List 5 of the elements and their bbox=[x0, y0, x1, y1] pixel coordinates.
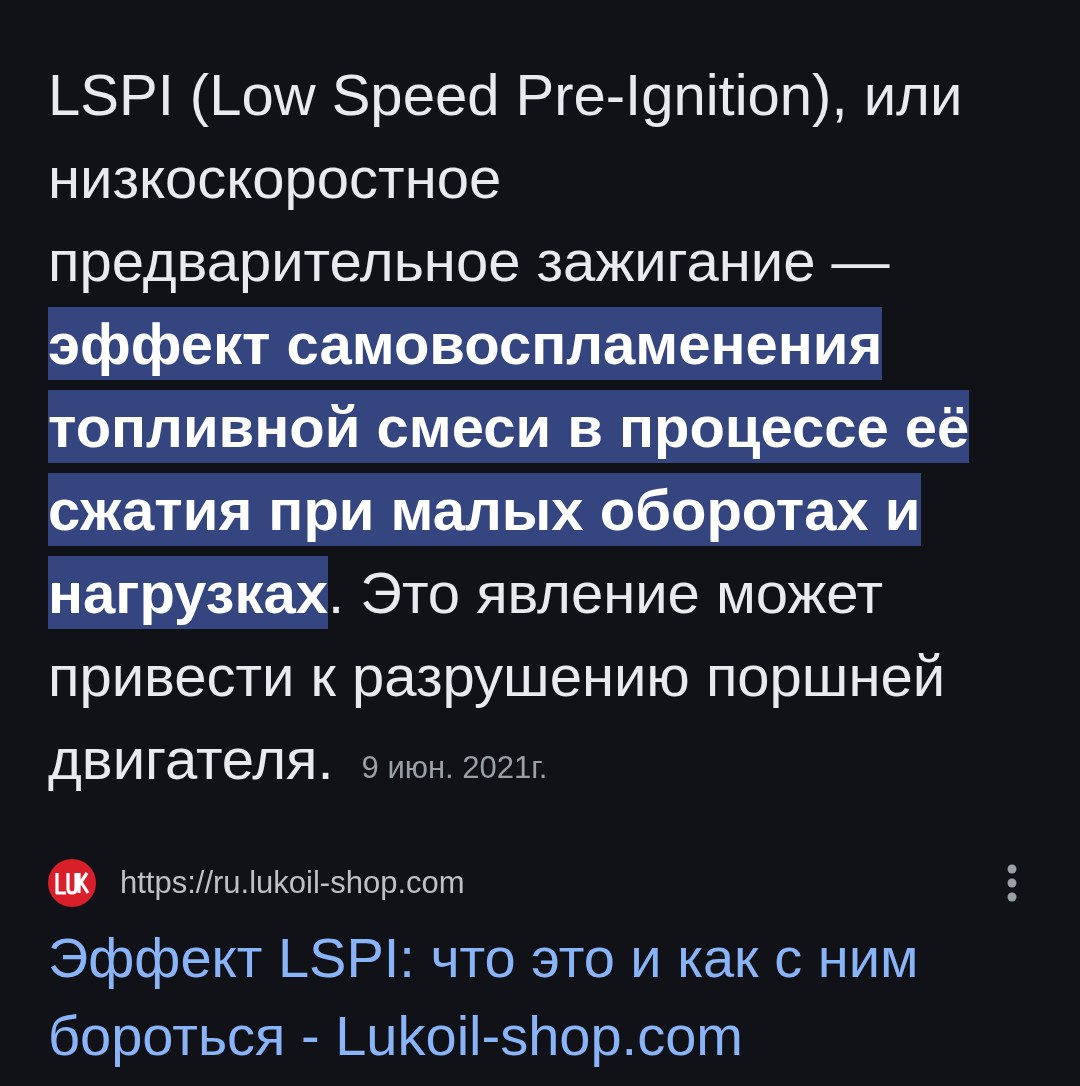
source-url: https://ru.lukoil-shop.com bbox=[120, 865, 465, 901]
more-menu-icon[interactable] bbox=[1007, 864, 1017, 902]
result-title-link[interactable]: Эффект LSPI: что это и как с ним бороться - Lukoil-shop.com bbox=[48, 919, 1032, 1075]
snippet-date: 9 июн. 2021г. bbox=[361, 749, 548, 787]
logo-icon bbox=[48, 859, 96, 907]
